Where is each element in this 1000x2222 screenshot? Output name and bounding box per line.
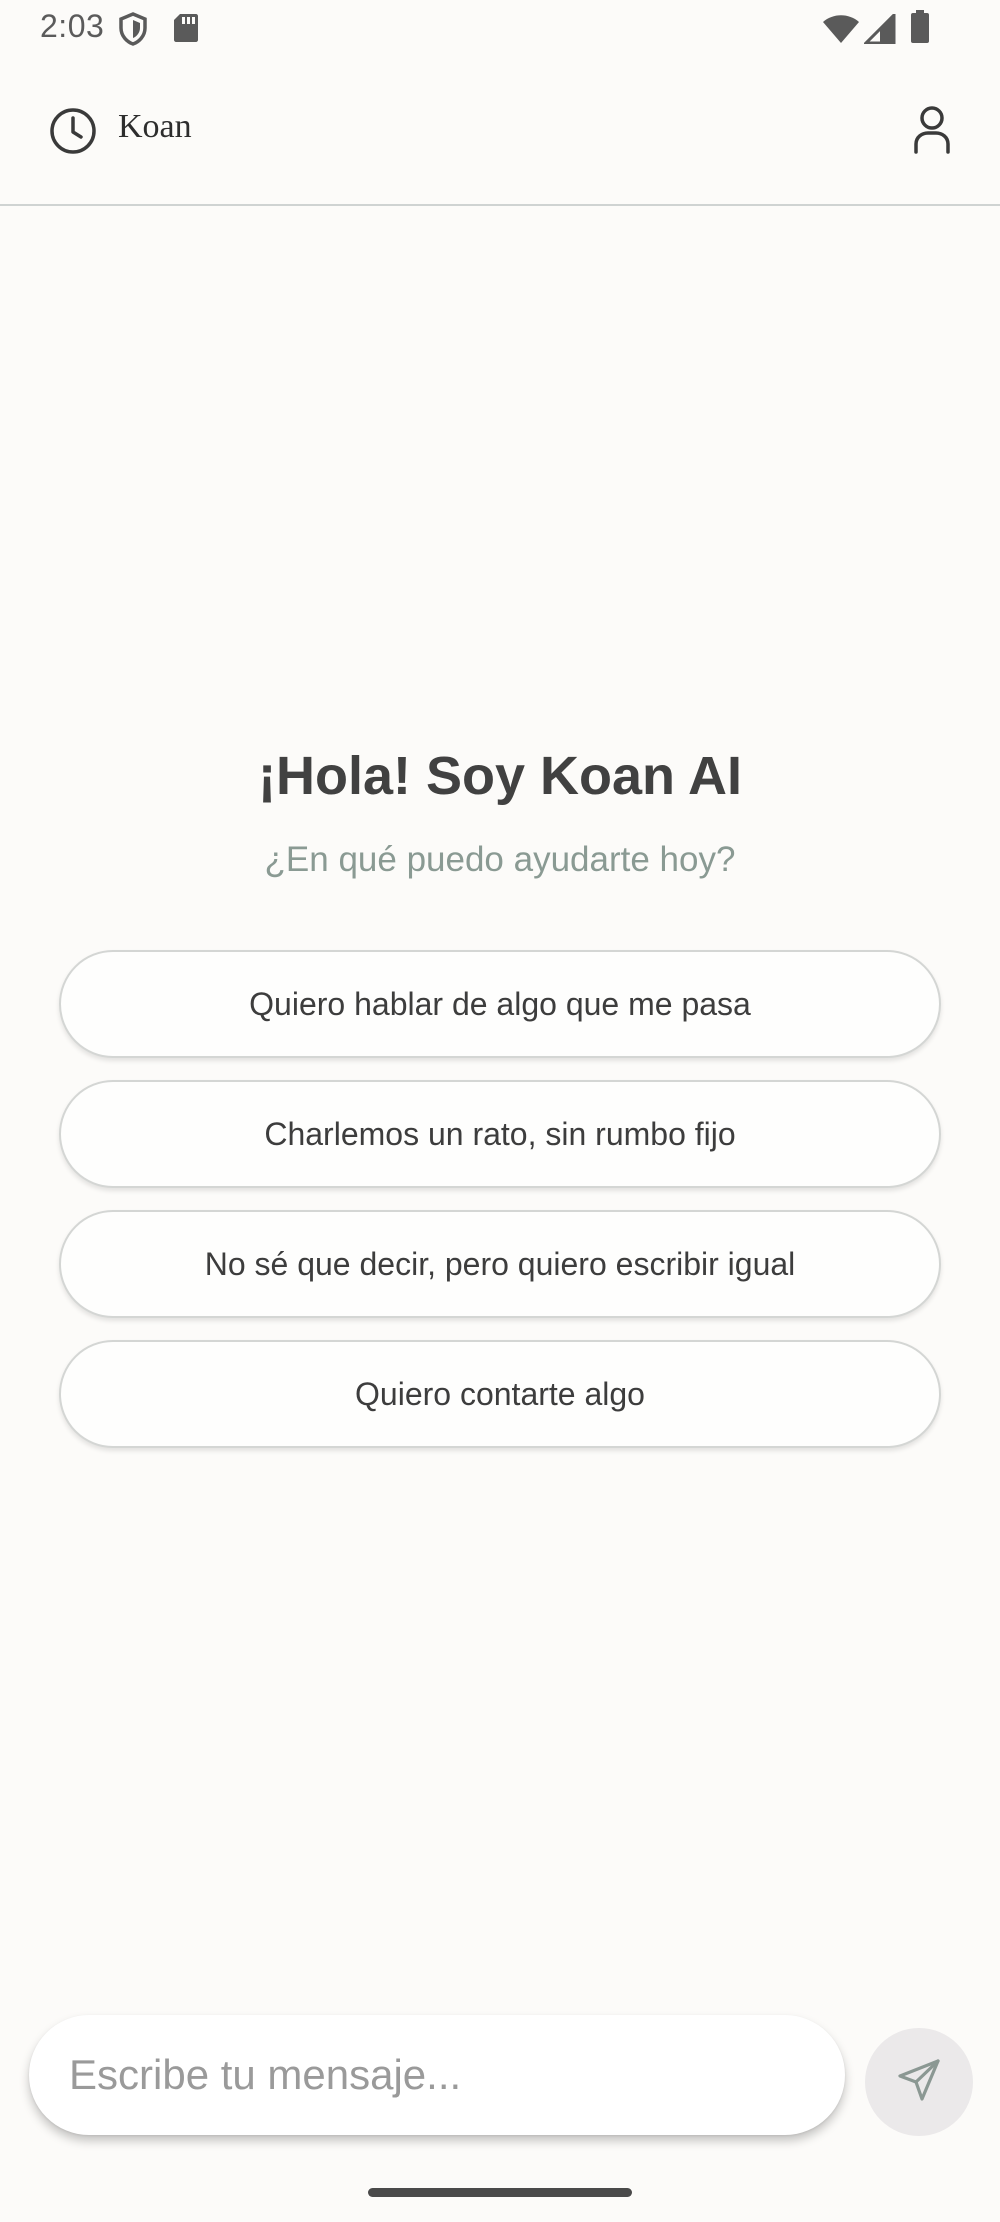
message-input[interactable] — [29, 2015, 845, 2135]
suggestion-list: Quiero hablar de algo que me pasa Charle… — [59, 950, 941, 1470]
app-bar: Koan — [0, 62, 1000, 206]
history-icon[interactable] — [48, 106, 98, 156]
wifi-icon — [822, 14, 860, 49]
suggestion-label: Charlemos un rato, sin rumbo fijo — [264, 1115, 736, 1152]
suggestion-button[interactable]: Quiero hablar de algo que me pasa — [59, 950, 941, 1058]
screen: 2:03 Koan ¡Hola! Soy Koan AI ¿En qué pue… — [0, 0, 1000, 2222]
app-title: Koan — [118, 108, 192, 145]
greeting-title: ¡Hola! Soy Koan AI — [257, 746, 743, 806]
suggestion-label: Quiero contarte algo — [355, 1375, 645, 1412]
status-time: 2:03 — [40, 8, 105, 44]
battery-icon — [910, 10, 930, 49]
status-bar: 2:03 — [0, 0, 1000, 62]
shield-icon — [118, 12, 148, 51]
suggestion-button[interactable]: Quiero contarte algo — [59, 1340, 941, 1448]
greeting-subtitle: ¿En qué puedo ayudarte hoy? — [264, 840, 736, 879]
home-indicator[interactable] — [368, 2188, 632, 2197]
send-button[interactable] — [865, 2028, 973, 2136]
suggestion-button[interactable]: Charlemos un rato, sin rumbo fijo — [59, 1080, 941, 1188]
signal-icon — [862, 11, 896, 49]
profile-icon[interactable] — [908, 104, 956, 156]
suggestion-label: No sé que decir, pero quiero escribir ig… — [204, 1245, 796, 1282]
send-icon — [896, 2057, 942, 2108]
suggestion-button[interactable]: No sé que decir, pero quiero escribir ig… — [59, 1210, 941, 1318]
sd-card-icon — [172, 12, 200, 49]
suggestion-label: Quiero hablar de algo que me pasa — [249, 985, 751, 1022]
